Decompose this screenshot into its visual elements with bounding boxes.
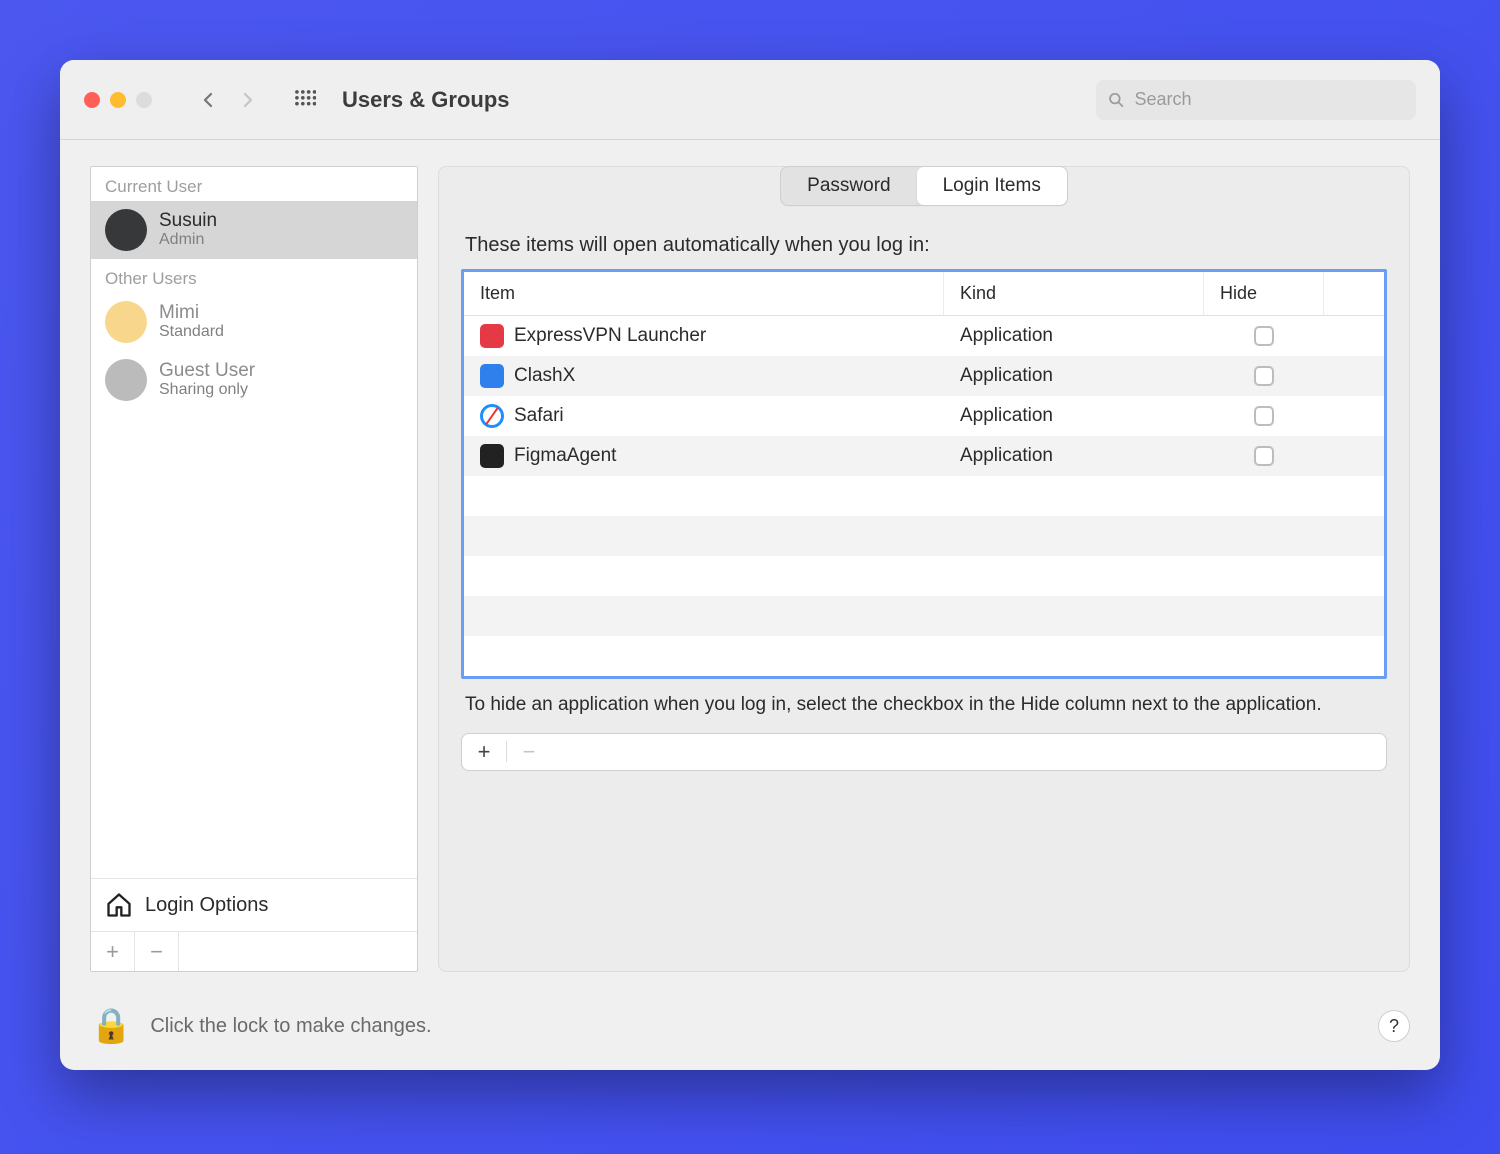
lock-icon[interactable]: 🔒	[90, 1006, 132, 1046]
column-item[interactable]: Item	[464, 272, 944, 315]
app-icon	[480, 324, 504, 348]
app-icon	[480, 404, 504, 428]
item-cell: ExpressVPN Launcher	[464, 324, 944, 348]
user-name: Guest User	[159, 361, 255, 382]
tab-password[interactable]: Password	[781, 167, 916, 205]
item-name: ExpressVPN Launcher	[514, 325, 706, 347]
footer: 🔒 Click the lock to make changes. ?	[60, 992, 1440, 1070]
other-users-section-label: Other Users	[91, 259, 417, 293]
show-all-prefs-button[interactable]	[294, 89, 316, 111]
table-row	[464, 556, 1384, 596]
login-options-label: Login Options	[145, 894, 268, 917]
app-icon	[480, 364, 504, 388]
hide-cell	[1204, 366, 1324, 386]
sidebar-user-guest[interactable]: Guest User Sharing only	[91, 351, 417, 409]
search-field[interactable]	[1096, 80, 1416, 120]
window-title: Users & Groups	[342, 87, 510, 113]
body: Current User Susuin Admin Other Users Mi…	[60, 140, 1440, 992]
back-button[interactable]	[192, 84, 224, 116]
table-row	[464, 636, 1384, 676]
user-role: Admin	[159, 231, 217, 249]
sidebar-footer: + −	[91, 931, 417, 971]
search-input[interactable]	[1132, 88, 1404, 111]
segmented-tabs: Password Login Items	[780, 166, 1068, 206]
main-panel: Password Login Items These items will op…	[438, 166, 1410, 972]
house-icon	[105, 891, 133, 919]
hide-hint-text: To hide an application when you log in, …	[465, 691, 1383, 719]
avatar	[105, 301, 147, 343]
remove-user-button[interactable]: −	[135, 932, 179, 971]
help-button[interactable]: ?	[1378, 1010, 1410, 1042]
kind-cell: Application	[944, 325, 1204, 347]
item-cell: Safari	[464, 404, 944, 428]
column-spacer	[1324, 272, 1384, 315]
sidebar-user-current[interactable]: Susuin Admin	[91, 201, 417, 259]
hide-checkbox[interactable]	[1254, 366, 1274, 386]
kind-cell: Application	[944, 445, 1204, 467]
hide-checkbox[interactable]	[1254, 446, 1274, 466]
table-header: Item Kind Hide	[464, 272, 1384, 316]
table-row[interactable]: FigmaAgent Application	[464, 436, 1384, 476]
hide-cell	[1204, 406, 1324, 426]
table-row[interactable]: ClashX Application	[464, 356, 1384, 396]
avatar	[105, 359, 147, 401]
kind-cell: Application	[944, 365, 1204, 387]
forward-button[interactable]	[232, 84, 264, 116]
item-name: ClashX	[514, 365, 575, 387]
table-row[interactable]: Safari Application	[464, 396, 1384, 436]
close-window-button[interactable]	[84, 92, 100, 108]
column-kind[interactable]: Kind	[944, 272, 1204, 315]
current-user-section-label: Current User	[91, 167, 417, 201]
remove-login-item-button[interactable]: −	[507, 734, 551, 770]
table-row	[464, 596, 1384, 636]
item-cell: FigmaAgent	[464, 444, 944, 468]
login-items-intro: These items will open automatically when…	[465, 234, 1383, 257]
add-login-item-button[interactable]: +	[462, 734, 506, 770]
titlebar: Users & Groups	[60, 60, 1440, 140]
sidebar-user-other[interactable]: Mimi Standard	[91, 293, 417, 351]
minimize-window-button[interactable]	[110, 92, 126, 108]
lock-hint-text: Click the lock to make changes.	[150, 1015, 431, 1038]
hide-cell	[1204, 446, 1324, 466]
table-row[interactable]: ExpressVPN Launcher Application	[464, 316, 1384, 356]
user-role: Sharing only	[159, 381, 255, 399]
login-items-table[interactable]: Item Kind Hide ExpressVPN Launcher Applic…	[461, 269, 1387, 679]
tab-login-items[interactable]: Login Items	[917, 167, 1067, 205]
avatar	[105, 209, 147, 251]
hide-cell	[1204, 326, 1324, 346]
hide-checkbox[interactable]	[1254, 406, 1274, 426]
traffic-lights	[84, 92, 152, 108]
login-options-button[interactable]: Login Options	[91, 878, 417, 931]
app-icon	[480, 444, 504, 468]
item-cell: ClashX	[464, 364, 944, 388]
hide-checkbox[interactable]	[1254, 326, 1274, 346]
table-row	[464, 516, 1384, 556]
user-name: Susuin	[159, 211, 217, 232]
kind-cell: Application	[944, 405, 1204, 427]
table-row	[464, 476, 1384, 516]
item-name: FigmaAgent	[514, 445, 616, 467]
login-items-add-remove: + −	[461, 733, 1387, 771]
user-name: Mimi	[159, 303, 224, 324]
maximize-window-button[interactable]	[136, 92, 152, 108]
table-body: ExpressVPN Launcher Application ClashX Appl…	[464, 316, 1384, 676]
user-role: Standard	[159, 323, 224, 341]
nav-arrows	[192, 84, 264, 116]
column-hide[interactable]: Hide	[1204, 272, 1324, 315]
users-sidebar: Current User Susuin Admin Other Users Mi…	[90, 166, 418, 972]
item-name: Safari	[514, 405, 564, 427]
add-user-button[interactable]: +	[91, 932, 135, 971]
preferences-window: Users & Groups Current User Susuin Admin…	[60, 60, 1440, 1070]
